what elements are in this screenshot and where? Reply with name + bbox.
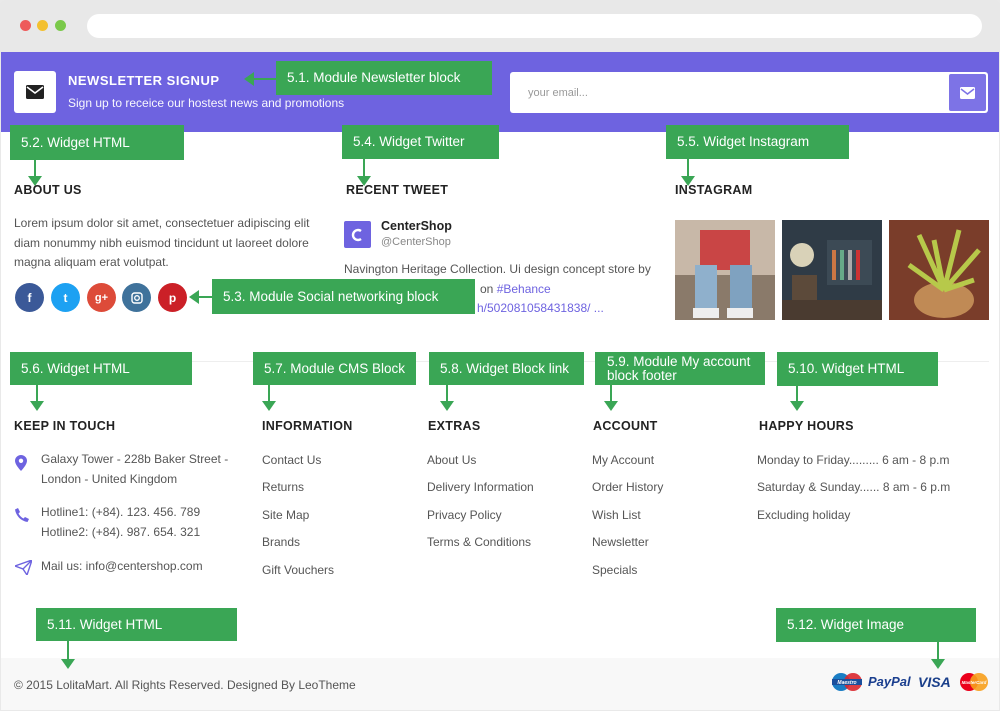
address-bar[interactable] (87, 14, 982, 38)
hotline-text: Hotline1: (+84). 123. 456. 789 Hotline2:… (41, 505, 201, 539)
footer-link-privacy-policy[interactable]: Privacy Policy (427, 508, 534, 535)
svg-text:Maestro: Maestro (837, 680, 856, 686)
annotation-label: 5.12. Widget Image (776, 608, 976, 642)
address-text: Galaxy Tower - 228b Baker Street - Londo… (41, 452, 229, 486)
newsletter-title: NEWSLETTER SIGNUP (68, 73, 220, 88)
annotation-label: 5.10. Widget HTML (777, 352, 938, 386)
location-pin-icon (15, 455, 27, 471)
footer-link-newsletter[interactable]: Newsletter (592, 535, 663, 562)
annotation-arrow (790, 386, 804, 411)
information-links: Contact Us Returns Site Map Brands Gift … (262, 453, 334, 590)
visa-logo: VISA (918, 674, 951, 690)
footer-link-contact-us[interactable]: Contact Us (262, 453, 334, 480)
google-plus-icon[interactable]: g+ (87, 283, 116, 312)
footer-link-my-account[interactable]: My Account (592, 453, 663, 480)
footer-link-specials[interactable]: Specials (592, 563, 663, 590)
pinterest-icon[interactable]: p (158, 283, 187, 312)
browser-titlebar (0, 0, 1000, 52)
mastercard-logo: MasterCard (958, 672, 990, 695)
tweet-author-handle: @CenterShop (381, 236, 451, 248)
annotation-arrow (262, 385, 276, 411)
about-us-text: Lorem ipsum dolor sit amet, consectetuer… (14, 216, 310, 269)
minimize-window-button[interactable] (37, 20, 48, 31)
annotation-arrow (604, 385, 618, 411)
annotation-arrow (189, 290, 212, 304)
behance-hashtag-link[interactable]: #Behance (497, 282, 551, 296)
tweet-link[interactable]: h/502081058431838/ ... (344, 299, 664, 319)
newsletter-block: NEWSLETTER SIGNUP Sign up to receice our… (1, 52, 999, 132)
information-title: INFORMATION (262, 419, 353, 433)
instagram-title: INSTAGRAM (675, 183, 753, 197)
footer-link-order-history[interactable]: Order History (592, 480, 663, 507)
annotation-arrow (440, 385, 454, 411)
annotation-label: 5.2. Widget HTML (10, 125, 184, 160)
annotation-label: 5.11. Widget HTML (36, 608, 237, 641)
annotation-arrow (357, 159, 371, 186)
annotation-arrow (61, 641, 75, 669)
newsletter-form (510, 72, 988, 113)
mail-text: Mail us: info@centershop.com (41, 559, 203, 573)
footer-link-brands[interactable]: Brands (262, 535, 334, 562)
annotation-label: 5.4. Widget Twitter (342, 125, 499, 159)
svg-text:MasterCard: MasterCard (962, 680, 987, 685)
twitter-icon[interactable]: t (51, 283, 80, 312)
newsletter-submit-button[interactable] (949, 74, 986, 111)
newsletter-subtitle: Sign up to receice our hostest news and … (68, 96, 345, 110)
happy-hours-title: HAPPY HOURS (759, 419, 854, 433)
about-us-title: ABOUT US (14, 183, 82, 197)
envelope-icon (14, 71, 56, 113)
annotation-label: 5.6. Widget HTML (10, 352, 192, 385)
annotation-arrow (244, 72, 276, 86)
footer-link-about-us[interactable]: About Us (427, 453, 534, 480)
extras-title: EXTRAS (428, 419, 481, 433)
instagram-photo-1[interactable] (675, 220, 775, 320)
annotation-arrow (28, 160, 42, 186)
hours-note: Excluding holiday (757, 507, 851, 522)
keep-in-touch-title: KEEP IN TOUCH (14, 419, 116, 433)
instagram-icon[interactable] (122, 283, 151, 312)
envelope-icon (960, 86, 975, 99)
annotation-arrow (30, 385, 44, 411)
annotation-label: 5.8. Widget Block link (429, 352, 584, 385)
tweet-text: Navington Heritage Collection. Ui design… (344, 260, 664, 319)
copyright-text: © 2015 LolitaMart. All Rights Reserved. … (14, 678, 356, 692)
footer-link-wish-list[interactable]: Wish List (592, 508, 663, 535)
newsletter-email-input[interactable] (510, 72, 948, 113)
annotation-label: 5.1. Module Newsletter block (276, 61, 492, 95)
recent-tweet-title: RECENT TWEET (346, 183, 449, 197)
footer-link-site-map[interactable]: Site Map (262, 508, 334, 535)
page-footer-area: NEWSLETTER SIGNUP Sign up to receice our… (1, 52, 999, 710)
footer-link-returns[interactable]: Returns (262, 480, 334, 507)
annotation-label: 5.5. Widget Instagram (666, 125, 849, 159)
footer-link-terms-conditions[interactable]: Terms & Conditions (427, 535, 534, 562)
annotation-label: 5.9. Module My account block footer (595, 352, 765, 385)
annotation-arrow (681, 159, 695, 186)
annotation-arrow (931, 642, 945, 669)
tweet-author-name[interactable]: CenterShop (381, 219, 452, 233)
happy-hours-list: Monday to Friday......... 6 am - 8 p.m S… (757, 453, 950, 535)
maestro-logo: Maestro (831, 672, 863, 695)
footer-link-gift-vouchers[interactable]: Gift Vouchers (262, 563, 334, 590)
paper-plane-icon (15, 560, 32, 575)
phone-icon (15, 508, 29, 522)
annotation-label: 5.7. Module CMS Block (253, 352, 416, 385)
account-title: ACCOUNT (593, 419, 658, 433)
footer-link-delivery-information[interactable]: Delivery Information (427, 480, 534, 507)
account-links: My Account Order History Wish List Newsl… (592, 453, 663, 590)
twitter-avatar (344, 221, 371, 248)
instagram-photo-2[interactable] (782, 220, 882, 320)
extras-links: About Us Delivery Information Privacy Po… (427, 453, 534, 563)
close-window-button[interactable] (20, 20, 31, 31)
hours-weekend: Saturday & Sunday...... 8 am - 6 p.m (757, 480, 951, 495)
maximize-window-button[interactable] (55, 20, 66, 31)
facebook-icon[interactable]: f (15, 283, 44, 312)
paypal-logo: PayPal (868, 674, 911, 689)
hours-weekday: Monday to Friday......... 6 am - 8 p.m (757, 453, 950, 467)
instagram-photo-3[interactable] (889, 220, 989, 320)
